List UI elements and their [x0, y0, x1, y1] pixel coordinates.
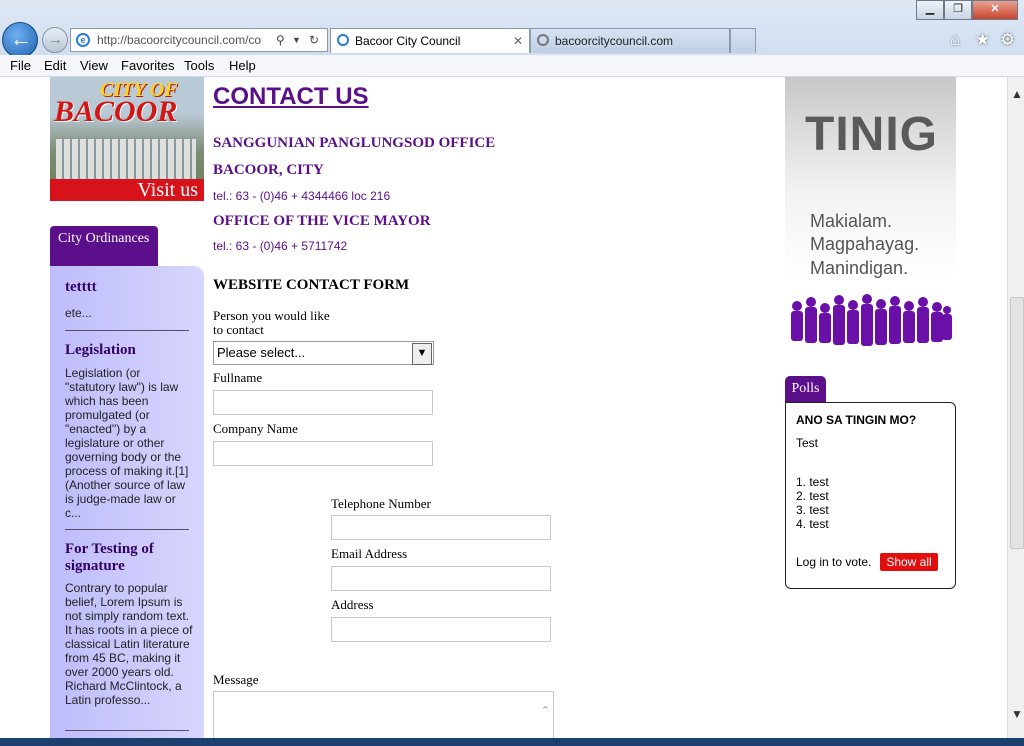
- person-select[interactable]: Please select... ▼: [213, 341, 434, 365]
- address-dropdown-icon[interactable]: ▼: [292, 29, 301, 51]
- office-name: OFFICE OF THE VICE MAYOR: [213, 213, 431, 229]
- office-telephone: tel.: 63 - (0)46 + 4344466 loc 216: [213, 189, 391, 203]
- telephone-label: Telephone Number: [331, 496, 431, 511]
- refresh-icon[interactable]: ↻: [309, 29, 319, 51]
- back-button[interactable]: ←: [2, 22, 38, 58]
- menu-tools[interactable]: Tools: [184, 58, 214, 73]
- poll-options: 1. test 2. test 3. test 4. test: [796, 475, 829, 531]
- polls-panel: ANO SA TINGIN MO? Test 1. test 2. test 3…: [785, 402, 956, 589]
- message-label: Message: [213, 672, 259, 687]
- divider: [65, 730, 189, 731]
- home-icon[interactable]: ⌂: [950, 30, 960, 50]
- polls-tab: Polls: [785, 376, 826, 402]
- office-telephone: tel.: 63 - (0)46 + 5711742: [213, 239, 348, 253]
- address-url: http://bacoorcitycouncil.com/co: [97, 33, 262, 47]
- maximize-button[interactable]: ❐: [944, 0, 972, 20]
- windows-taskbar: [0, 738, 1024, 746]
- tab-bacoor-city-council[interactable]: Bacoor City Council ✕: [330, 28, 530, 53]
- page-title: CONTACT US: [213, 83, 369, 110]
- person-label-line1: Person you would like: [213, 308, 330, 323]
- person-label: Person you would like to contact: [213, 309, 330, 337]
- ordinance-summary: ete...: [65, 306, 92, 320]
- email-label: Email Address: [331, 546, 408, 561]
- city-ordinances-tab: City Ordinances: [50, 226, 158, 266]
- city-hall-image: [56, 139, 196, 179]
- search-icon[interactable]: ⚲: [276, 29, 285, 51]
- menu-view[interactable]: View: [80, 58, 108, 73]
- tinig-slogan-1: Makialam.: [810, 211, 893, 231]
- page-content: CITY OF BACOOR Visit us City Ordinances …: [0, 77, 1007, 746]
- menu-edit[interactable]: Edit: [44, 58, 66, 73]
- ordinance-summary: Contrary to popular belief, Lorem Ipsum …: [65, 581, 193, 707]
- city-of-bacoor-banner[interactable]: CITY OF BACOOR Visit us: [50, 77, 204, 201]
- office-city: BACOOR, CITY: [213, 162, 324, 178]
- divider: [65, 330, 189, 331]
- company-input[interactable]: [213, 441, 433, 466]
- menu-help[interactable]: Help: [229, 58, 256, 73]
- tab-bacoorcitycouncil[interactable]: bacoorcitycouncil.com: [530, 28, 730, 53]
- scrollbar-thumb[interactable]: [1010, 297, 1024, 549]
- address-label: Address: [331, 597, 374, 612]
- tinig-banner[interactable]: TINIG Makialam. Magpahayag. Manindigan.: [785, 77, 956, 362]
- office-name: SANGGUNIAN PANGLUNGSOD OFFICE: [213, 135, 496, 151]
- minimize-button[interactable]: ▁: [916, 0, 944, 20]
- logo-line2: BACOOR: [54, 95, 178, 128]
- back-arrow-icon: ←: [10, 26, 32, 51]
- tinig-title: TINIG: [805, 108, 938, 161]
- ie-tab-icon: [337, 34, 349, 46]
- vertical-scrollbar[interactable]: ▲ ▼: [1007, 77, 1024, 746]
- menu-bar: File Edit View Favorites Tools Help: [0, 55, 1024, 76]
- tab-label: bacoorcitycouncil.com: [555, 34, 674, 48]
- new-tab-button[interactable]: [730, 28, 756, 53]
- login-to-vote-text: Log in to vote.: [796, 555, 872, 569]
- browser-chrome: ▁ ❐ ✕ ← → e http://bacoorcitycouncil.com…: [0, 0, 1024, 78]
- poll-option: 4. test: [796, 517, 829, 531]
- form-title: WEBSITE CONTACT FORM: [213, 277, 410, 293]
- fullname-input[interactable]: [213, 390, 433, 415]
- ie-page-icon: e: [76, 33, 90, 47]
- address-input[interactable]: [331, 617, 551, 642]
- window-controls: ▁ ❐ ✕: [916, 0, 1018, 20]
- poll-description: Test: [796, 436, 819, 450]
- close-button[interactable]: ✕: [972, 0, 1018, 20]
- ordinances-panel: tetttt ete... Legislation Legislation (o…: [50, 266, 204, 746]
- telephone-input[interactable]: [331, 515, 551, 540]
- show-all-button[interactable]: Show all: [880, 553, 938, 571]
- ordinance-summary: Legislation (or "statutory law") is law …: [65, 366, 189, 520]
- close-tab-icon[interactable]: ✕: [513, 29, 523, 53]
- poll-option: 1. test: [796, 475, 829, 489]
- fullname-label: Fullname: [213, 370, 263, 385]
- poll-question: ANO SA TINGIN MO?: [796, 413, 917, 427]
- ordinance-title[interactable]: For Testing of signature: [65, 541, 195, 575]
- tinig-slogan-3: Manindigan.: [810, 258, 909, 278]
- menu-file[interactable]: File: [10, 58, 31, 73]
- scroll-up-arrow-icon[interactable]: ▲: [1011, 87, 1023, 101]
- person-label-line2: to contact: [213, 322, 264, 337]
- company-label: Company Name: [213, 421, 298, 436]
- favorites-star-icon[interactable]: ★: [975, 30, 990, 50]
- email-input[interactable]: [331, 566, 551, 591]
- divider: [65, 529, 189, 530]
- scroll-down-arrow-icon[interactable]: ▼: [1011, 707, 1023, 721]
- tab-label: Bacoor City Council: [355, 34, 461, 48]
- forward-button[interactable]: →: [42, 27, 68, 53]
- address-bar[interactable]: e http://bacoorcitycouncil.com/co ⚲ ▼ ↻: [70, 28, 328, 52]
- menu-favorites[interactable]: Favorites: [121, 58, 174, 73]
- tinig-slogan-2: Magpahayag.: [810, 234, 920, 254]
- visit-us-label: Visit us: [50, 179, 204, 201]
- person-select-value: Please select...: [217, 345, 306, 360]
- gear-icon[interactable]: ⚙: [1000, 30, 1015, 50]
- scroll-up-icon[interactable]: ⌃: [541, 704, 550, 717]
- poll-option: 3. test: [796, 503, 829, 517]
- crowd-silhouette-icon: [791, 294, 952, 346]
- ordinance-title[interactable]: tetttt: [65, 279, 195, 296]
- poll-option: 2. test: [796, 489, 829, 503]
- chevron-down-icon[interactable]: ▼: [412, 343, 432, 365]
- ordinance-title[interactable]: Legislation: [65, 342, 195, 359]
- loading-icon: [537, 34, 549, 46]
- forward-arrow-icon: →: [48, 31, 63, 48]
